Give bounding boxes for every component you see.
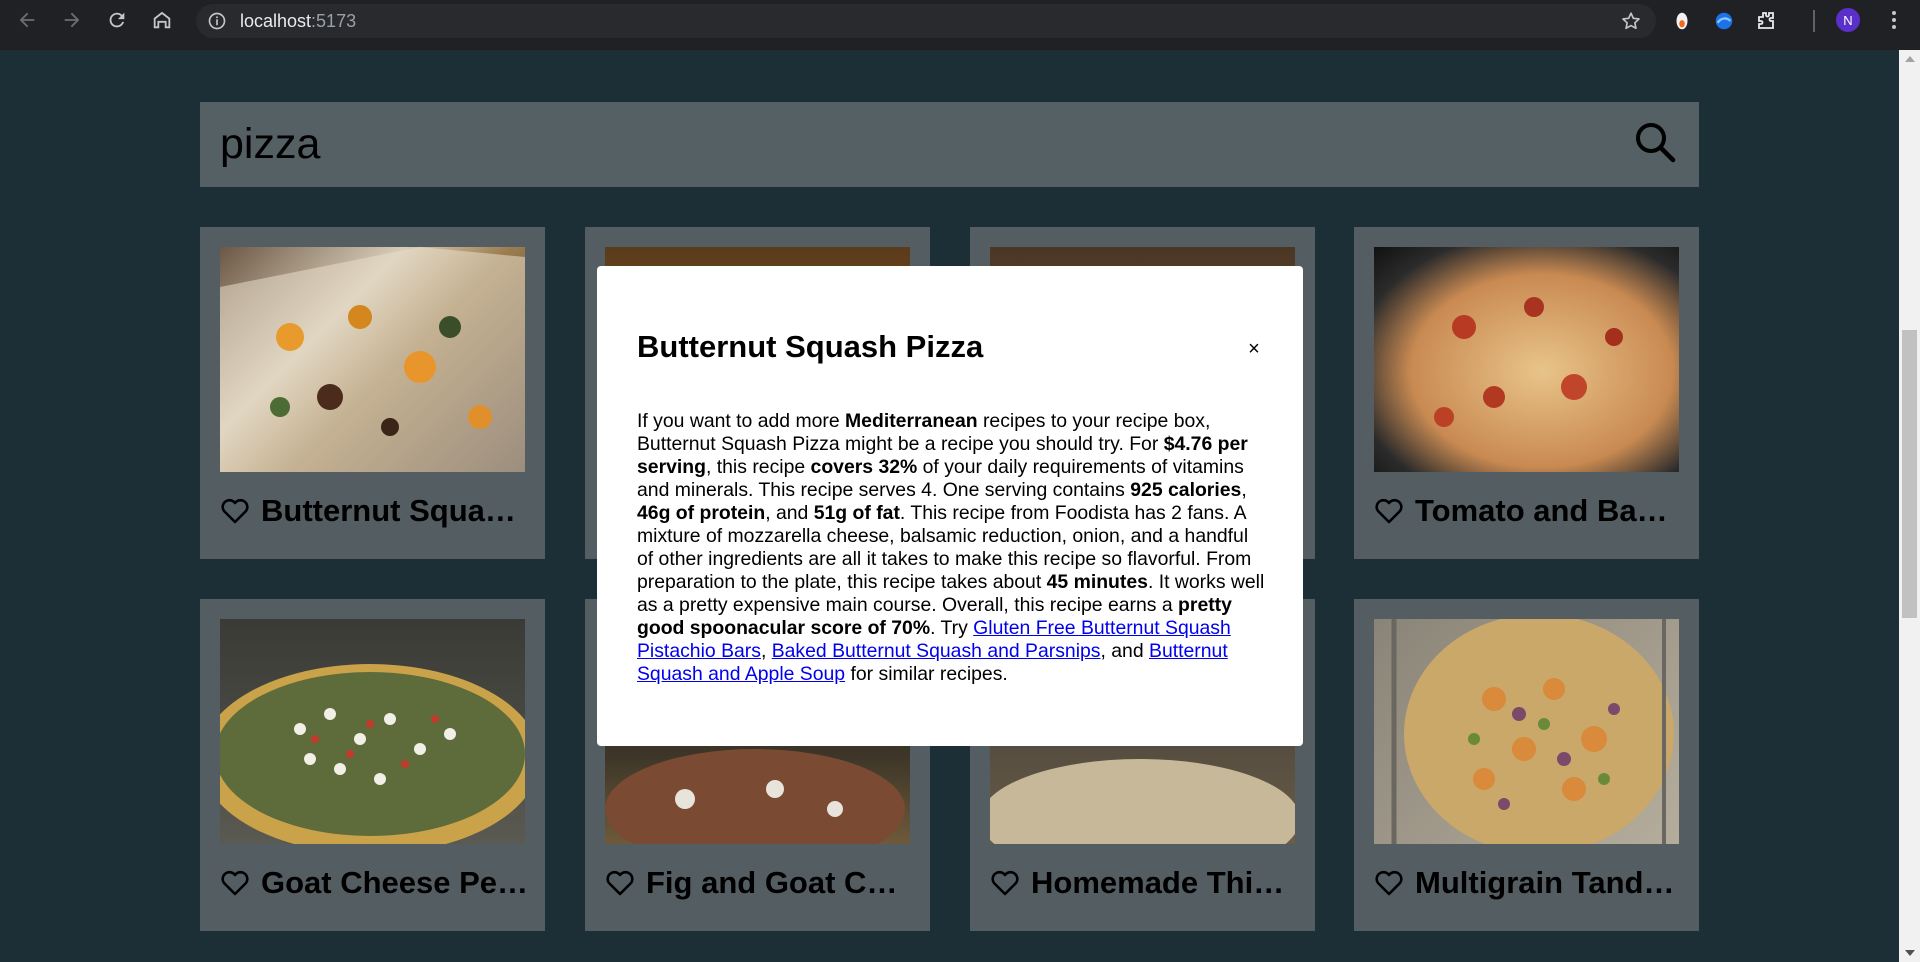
summary-text: . Try	[930, 617, 974, 639]
summary-bold: Mediterranean	[845, 410, 978, 432]
address-bar[interactable]: localhost:5173	[196, 4, 1656, 38]
similar-recipe-link[interactable]: Baked Butternut Squash and Parsnips	[772, 640, 1101, 662]
recipe-card[interactable]: Goat Cheese Pesto Pizza	[200, 599, 545, 931]
avatar-letter: N	[1843, 12, 1853, 28]
recipe-search-bar	[200, 102, 1699, 187]
summary-bold: covers 32%	[810, 456, 918, 478]
summary-bold: 45 minutes	[1046, 571, 1148, 593]
bookmark-star-icon[interactable]	[1620, 10, 1642, 32]
recipe-card-title[interactable]: Tomato and Bacon Pizza	[1415, 493, 1683, 529]
summary-bold: 46g of protein	[637, 502, 766, 524]
home-icon	[153, 11, 171, 29]
reload-button[interactable]	[95, 0, 139, 40]
recipe-card[interactable]: Tomato and Bacon Pizza	[1354, 227, 1699, 559]
scrollbar-thumb[interactable]	[1902, 330, 1917, 618]
recipe-card-title[interactable]: Goat Cheese Pesto Pizza	[261, 865, 529, 901]
summary-text: ,	[760, 640, 772, 662]
arrow-left-icon	[19, 12, 35, 28]
extensions-area	[1668, 4, 1780, 38]
browser-menu-icon[interactable]	[1880, 6, 1908, 34]
recipe-card-title[interactable]: Butternut Squash Pizza	[261, 493, 529, 529]
recipe-card-title[interactable]: Fig and Goat Cheese Pizza	[646, 865, 914, 901]
search-icon[interactable]	[1633, 120, 1677, 164]
url-port: :5173	[311, 10, 357, 31]
home-button[interactable]	[140, 0, 184, 40]
food-photo-goat-cheese-pizza[interactable]	[220, 619, 525, 844]
scroll-down-arrow-icon[interactable]	[1905, 950, 1915, 956]
recipe-card-title[interactable]: Homemade Thin Crust Pizza	[1031, 865, 1299, 901]
heart-icon[interactable]	[1374, 497, 1404, 525]
heart-icon[interactable]	[605, 869, 635, 897]
summary-text: ,	[1241, 479, 1247, 501]
summary-bold: 925 calories	[1130, 479, 1242, 501]
arrow-right-icon	[64, 12, 80, 28]
summary-text: , and	[765, 502, 814, 524]
page-scrollbar[interactable]	[1899, 50, 1920, 962]
summary-bold: 51g of fat	[813, 502, 900, 524]
site-info-icon[interactable]	[206, 10, 228, 32]
modal-title: Butternut Squash Pizza	[637, 329, 984, 364]
food-photo-squash-pizza[interactable]	[220, 247, 525, 472]
toolbar-divider	[1813, 10, 1815, 32]
recipe-card[interactable]: Multigrain Tandoori Pizza	[1354, 599, 1699, 931]
heart-icon[interactable]	[990, 869, 1020, 897]
food-photo-tomato-pizza[interactable]	[1374, 247, 1679, 472]
url-host: localhost	[240, 10, 312, 31]
extensions-puzzle-icon[interactable]	[1752, 7, 1780, 35]
close-button[interactable]: ×	[1243, 338, 1265, 360]
food-photo-multigrain-pizza[interactable]	[1374, 619, 1679, 844]
recipe-card-title[interactable]: Multigrain Tandoori Pizza	[1415, 865, 1683, 901]
recipe-card[interactable]: Butternut Squash Pizza	[200, 227, 545, 559]
browser-toolbar: localhost:5173 N	[0, 0, 1920, 50]
recipe-summary: If you want to add more Mediterranean re…	[637, 410, 1265, 686]
recipe-detail-modal: Butternut Squash Pizza × If you want to …	[597, 266, 1303, 746]
summary-text: , and	[1100, 640, 1150, 662]
search-input[interactable]	[220, 102, 1600, 187]
scroll-up-arrow-icon[interactable]	[1905, 56, 1915, 62]
profile-avatar[interactable]: N	[1836, 8, 1860, 32]
heart-icon[interactable]	[220, 869, 250, 897]
summary-text: , this recipe	[705, 456, 811, 478]
extension-flame-icon[interactable]	[1668, 7, 1696, 35]
heart-icon[interactable]	[1374, 869, 1404, 897]
reload-icon	[109, 12, 125, 28]
summary-text: If you want to add more	[637, 410, 846, 432]
forward-button[interactable]	[50, 0, 94, 40]
heart-icon[interactable]	[220, 497, 250, 525]
extension-blue-swirl-icon[interactable]	[1710, 7, 1738, 35]
url-text: localhost:5173	[240, 11, 356, 32]
back-button[interactable]	[5, 0, 49, 40]
summary-text: for similar recipes.	[845, 663, 1008, 685]
